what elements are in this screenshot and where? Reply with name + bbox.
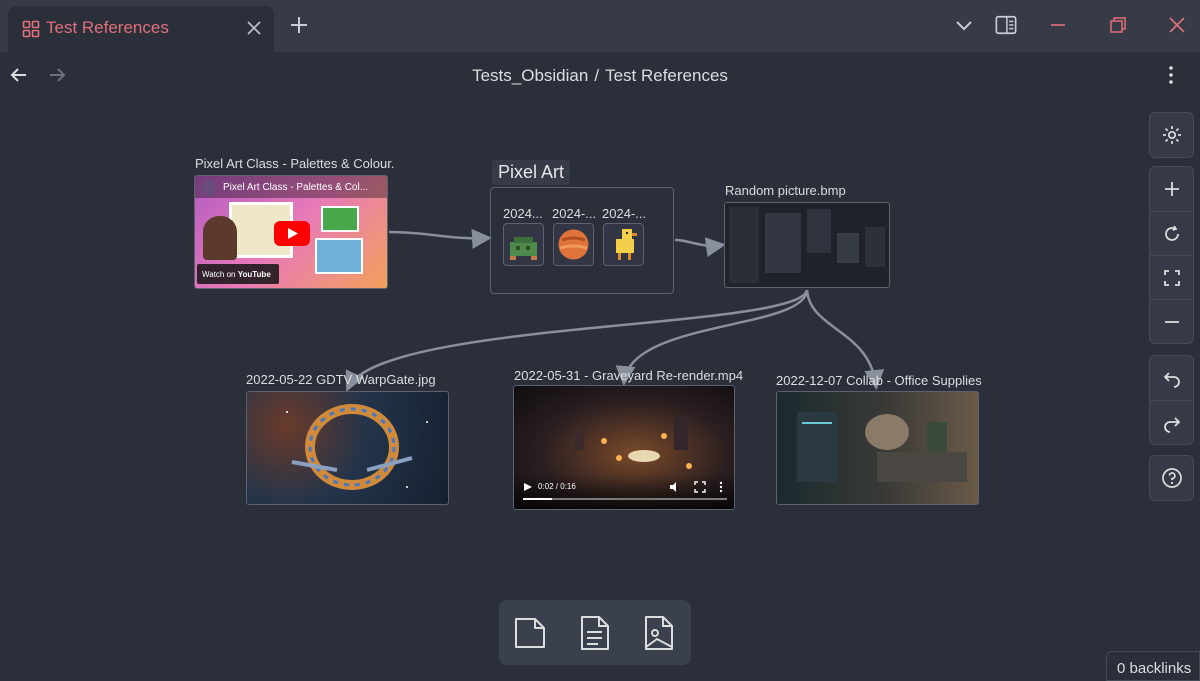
minus-icon — [1164, 320, 1179, 323]
help-button[interactable] — [1150, 456, 1193, 500]
warpgate-node-label: 2022-05-22 GDTV WarpGate.jpg — [246, 372, 436, 387]
redo-button[interactable] — [1150, 400, 1193, 444]
office-image-node[interactable] — [776, 391, 979, 505]
close-icon[interactable] — [244, 18, 264, 38]
canvas-settings-button[interactable] — [1150, 113, 1193, 157]
add-media-icon[interactable] — [640, 614, 678, 652]
tab-bar: Test References — [0, 0, 1200, 52]
group-label-pixel-art[interactable]: Pixel Art — [492, 160, 571, 185]
backlinks-status[interactable]: 0 backlinks — [1106, 651, 1200, 681]
restore-icon[interactable] — [1107, 14, 1129, 36]
random-node-label: Random picture.bmp — [725, 183, 846, 198]
thumbnail-card — [321, 206, 359, 232]
tab-title: Test References — [46, 18, 169, 37]
graveyard-node-label: 2022-05-31 - Graveyard Re-render.mp4 — [514, 368, 744, 383]
screenshot-sidebar — [729, 207, 759, 283]
redo-icon — [1163, 416, 1180, 433]
add-note-icon[interactable] — [576, 614, 614, 652]
canvas-edges — [345, 228, 885, 392]
breadcrumb-folder[interactable]: Tests_Obsidian — [472, 66, 588, 85]
group-item-2[interactable] — [553, 223, 594, 266]
group-item-2-label: 2024-... — [552, 206, 597, 221]
thumbnail-landscape — [315, 238, 363, 274]
office-node-label: 2022-12-07 Collab - Office Supplies... — [776, 373, 981, 388]
watch-on-text: Watch on — [202, 270, 236, 279]
history-controls-group — [1149, 355, 1194, 445]
pixel-turtle-image — [510, 237, 537, 260]
edge-group-to-random — [674, 237, 726, 258]
group-item-3[interactable] — [603, 223, 644, 266]
warpgate-image-node[interactable] — [246, 391, 449, 505]
add-card-icon[interactable] — [511, 614, 549, 652]
chevron-down-icon[interactable] — [953, 14, 975, 36]
zoom-in-button[interactable] — [1150, 167, 1193, 211]
graveyard-video-node[interactable]: 0:02 / 0:16 — [513, 385, 735, 510]
help-group — [1149, 455, 1194, 501]
zoom-out-button[interactable] — [1150, 299, 1193, 343]
plus-icon — [1164, 182, 1179, 196]
canvas-icon — [22, 20, 40, 38]
youtube-brand: YouTube — [237, 270, 271, 279]
video-progress-bar[interactable] — [523, 498, 727, 500]
reset-zoom-button[interactable] — [1150, 211, 1193, 255]
undo-button[interactable] — [1150, 356, 1193, 400]
edge-random-to-office — [805, 289, 885, 390]
video-progress-fill — [523, 498, 552, 500]
fullscreen-icon[interactable] — [694, 481, 706, 493]
canvas-settings-group — [1149, 112, 1194, 158]
video-overlay-title: Pixel Art Class - Palettes & Col... — [223, 182, 369, 193]
edge-video-to-group — [388, 228, 492, 249]
canvas-add-toolbar — [499, 600, 691, 665]
breadcrumb: Tests_Obsidian / Test References — [0, 66, 1200, 86]
warpgate-ring-image — [286, 404, 428, 490]
zoom-to-fit-button[interactable] — [1150, 255, 1193, 299]
youtube-play-icon[interactable] — [274, 221, 310, 246]
pixel-planet-image — [558, 229, 589, 260]
breadcrumb-file[interactable]: Test References — [605, 66, 728, 85]
group-item-1[interactable] — [503, 223, 544, 266]
new-tab-icon[interactable] — [288, 14, 310, 36]
sidebar-toggle-icon[interactable] — [995, 14, 1017, 36]
office-scene-image — [797, 412, 967, 482]
video-time: 0:02 / 0:16 — [538, 482, 576, 491]
close-window-icon[interactable] — [1166, 14, 1188, 36]
zoom-controls-group — [1149, 166, 1194, 344]
screenshot-panel — [837, 233, 859, 263]
screenshot-panel — [807, 209, 831, 253]
volume-icon[interactable] — [669, 481, 681, 493]
thumbnail-character — [203, 216, 237, 260]
fit-screen-icon — [1163, 269, 1180, 286]
gear-icon — [1162, 126, 1181, 144]
refresh-icon — [1164, 225, 1179, 241]
screenshot-panel — [865, 227, 885, 267]
pixel-duck-image — [616, 229, 637, 260]
more-options-icon[interactable] — [1160, 64, 1182, 86]
video-node-label: Pixel Art Class - Palettes & Colour... — [195, 156, 395, 171]
help-icon — [1161, 468, 1182, 488]
random-picture-node[interactable] — [724, 202, 890, 288]
screenshot-panel — [765, 213, 801, 273]
channel-avatar — [201, 180, 217, 196]
group-item-1-label: 2024... — [503, 206, 543, 221]
minimize-icon[interactable] — [1047, 14, 1069, 36]
video-menu-icon[interactable] — [718, 481, 724, 493]
video-embed-node[interactable]: Pixel Art Class - Palettes & Col... Watc… — [194, 175, 388, 289]
undo-icon — [1163, 372, 1180, 388]
tab-test-references[interactable]: Test References — [8, 6, 274, 52]
breadcrumb-separator: / — [594, 66, 600, 85]
watch-on-youtube-badge[interactable]: Watch on YouTube — [197, 264, 279, 284]
group-item-3-label: 2024-... — [602, 206, 647, 221]
play-icon[interactable] — [523, 482, 533, 492]
